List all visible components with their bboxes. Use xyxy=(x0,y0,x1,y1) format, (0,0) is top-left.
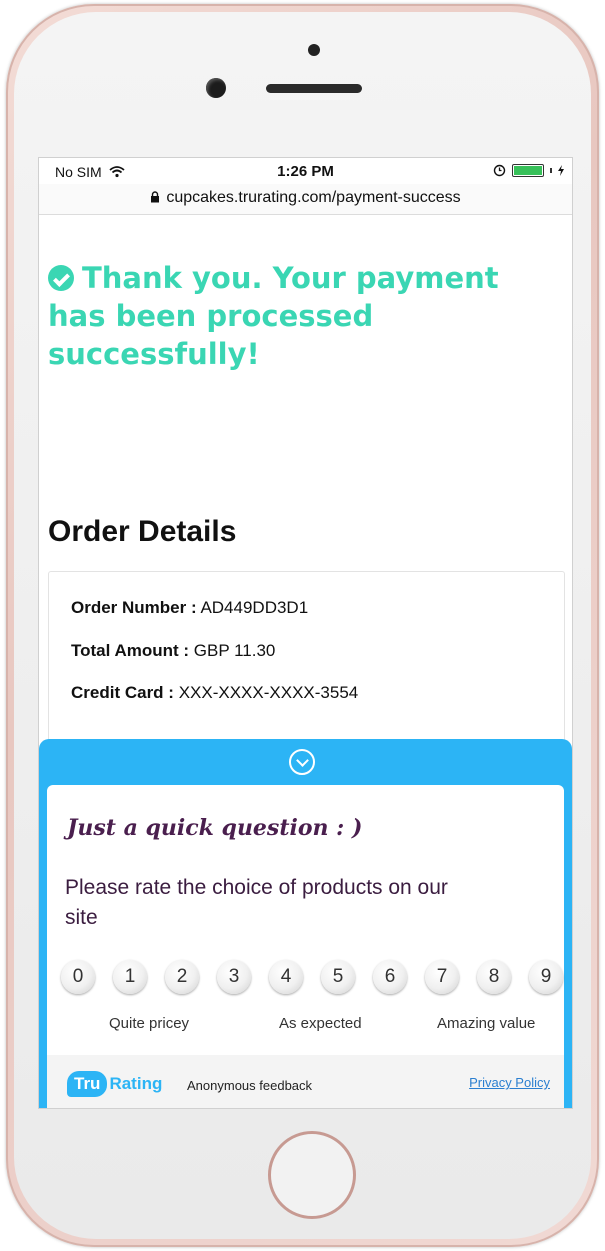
status-icons xyxy=(493,164,564,177)
rating-button-7[interactable]: 7 xyxy=(425,960,459,994)
order-number-value: AD449DD3D1 xyxy=(200,598,309,617)
rating-button-9[interactable]: 9 xyxy=(529,960,563,994)
logo-wordmark: Rating xyxy=(109,1074,163,1093)
address-bar[interactable]: cupcakes.trurating.com/payment-success xyxy=(39,184,572,215)
earpiece-speaker xyxy=(266,84,362,93)
front-camera xyxy=(206,78,226,98)
anonymous-feedback-text: Anonymous feedback xyxy=(187,1078,313,1093)
rating-scale: 0 1 2 3 4 5 6 7 8 9 xyxy=(61,960,563,1000)
status-bar: No SIM 1:26 PM xyxy=(39,158,572,184)
check-circle-icon xyxy=(48,265,74,291)
credit-card-row: Credit Card : XXX-XXXX-XXXX-3554 xyxy=(71,683,358,703)
total-amount-label: Total Amount : xyxy=(71,641,190,660)
chevron-down-icon[interactable] xyxy=(289,749,315,775)
feedback-footer: Tru Rating Anonymous feedback Privacy Po… xyxy=(47,1055,564,1108)
credit-card-label: Credit Card : xyxy=(71,683,174,702)
rating-button-8[interactable]: 8 xyxy=(477,960,511,994)
url-text: cupcakes.trurating.com/payment-success xyxy=(166,189,461,206)
page-content: Thank you. Your payment has been process… xyxy=(39,215,572,1108)
rating-button-6[interactable]: 6 xyxy=(373,960,407,994)
success-message: Thank you. Your payment has been process… xyxy=(48,259,548,373)
credit-card-value: XXX-XXXX-XXXX-3554 xyxy=(178,683,359,702)
battery-icon xyxy=(512,164,544,177)
order-number-row: Order Number : AD449DD3D1 xyxy=(71,598,308,618)
phone-screen: No SIM 1:26 PM cupcakes.trurating.com/pa… xyxy=(38,157,573,1109)
rating-button-0[interactable]: 0 xyxy=(61,960,95,994)
success-text: Thank you. Your payment has been process… xyxy=(48,261,499,371)
order-number-label: Order Number : xyxy=(71,598,197,617)
total-amount-value: GBP 11.30 xyxy=(193,641,276,660)
feedback-widget: Just a quick question : ) Please rate th… xyxy=(39,739,572,1108)
rating-button-4[interactable]: 4 xyxy=(269,960,303,994)
battery-cap xyxy=(550,168,552,173)
order-details-heading: Order Details xyxy=(48,515,237,548)
rating-button-1[interactable]: 1 xyxy=(113,960,147,994)
scale-label-high: Amazing value xyxy=(437,1015,536,1032)
feedback-card: Just a quick question : ) Please rate th… xyxy=(47,785,564,1108)
alarm-icon xyxy=(493,164,506,177)
rating-button-3[interactable]: 3 xyxy=(217,960,251,994)
phone-frame: No SIM 1:26 PM cupcakes.trurating.com/pa… xyxy=(6,4,599,1247)
home-button[interactable] xyxy=(268,1131,356,1219)
scale-label-low: Quite pricey xyxy=(109,1015,190,1032)
rating-button-5[interactable]: 5 xyxy=(321,960,355,994)
privacy-policy-link[interactable]: Privacy Policy xyxy=(469,1075,550,1090)
feedback-question: Please rate the choice of products on ou… xyxy=(65,876,448,929)
logo-badge: Tru xyxy=(67,1071,108,1097)
lock-icon xyxy=(151,191,160,203)
rating-button-2[interactable]: 2 xyxy=(165,960,199,994)
trurating-logo: Tru Rating xyxy=(67,1069,162,1099)
feedback-title: Just a quick question : ) xyxy=(67,815,363,841)
charging-icon xyxy=(558,165,564,176)
scale-label-mid: As expected xyxy=(279,1015,362,1032)
proximity-sensor xyxy=(308,44,320,56)
total-amount-row: Total Amount : GBP 11.30 xyxy=(71,641,275,661)
